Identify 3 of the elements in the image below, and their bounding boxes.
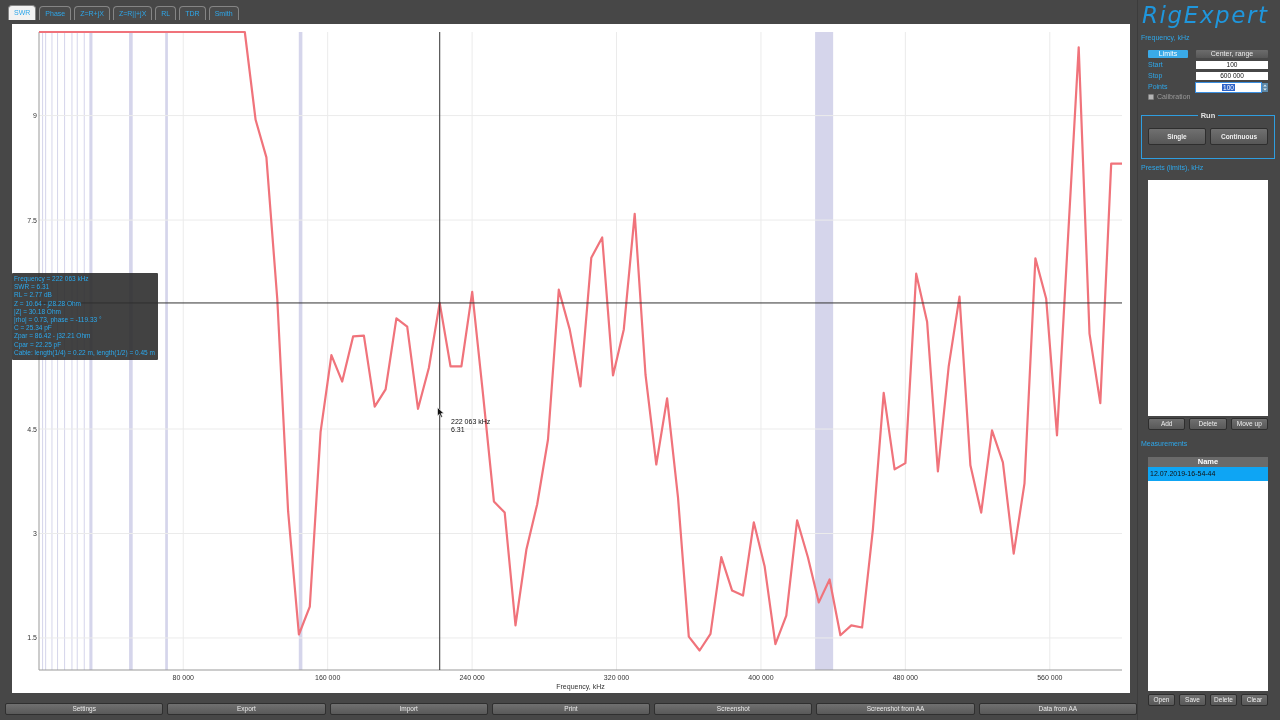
spin-arrows-icon[interactable] bbox=[1262, 82, 1268, 92]
mouse-pointer-icon bbox=[437, 407, 445, 418]
logo: RigExpert bbox=[1141, 1, 1270, 30]
